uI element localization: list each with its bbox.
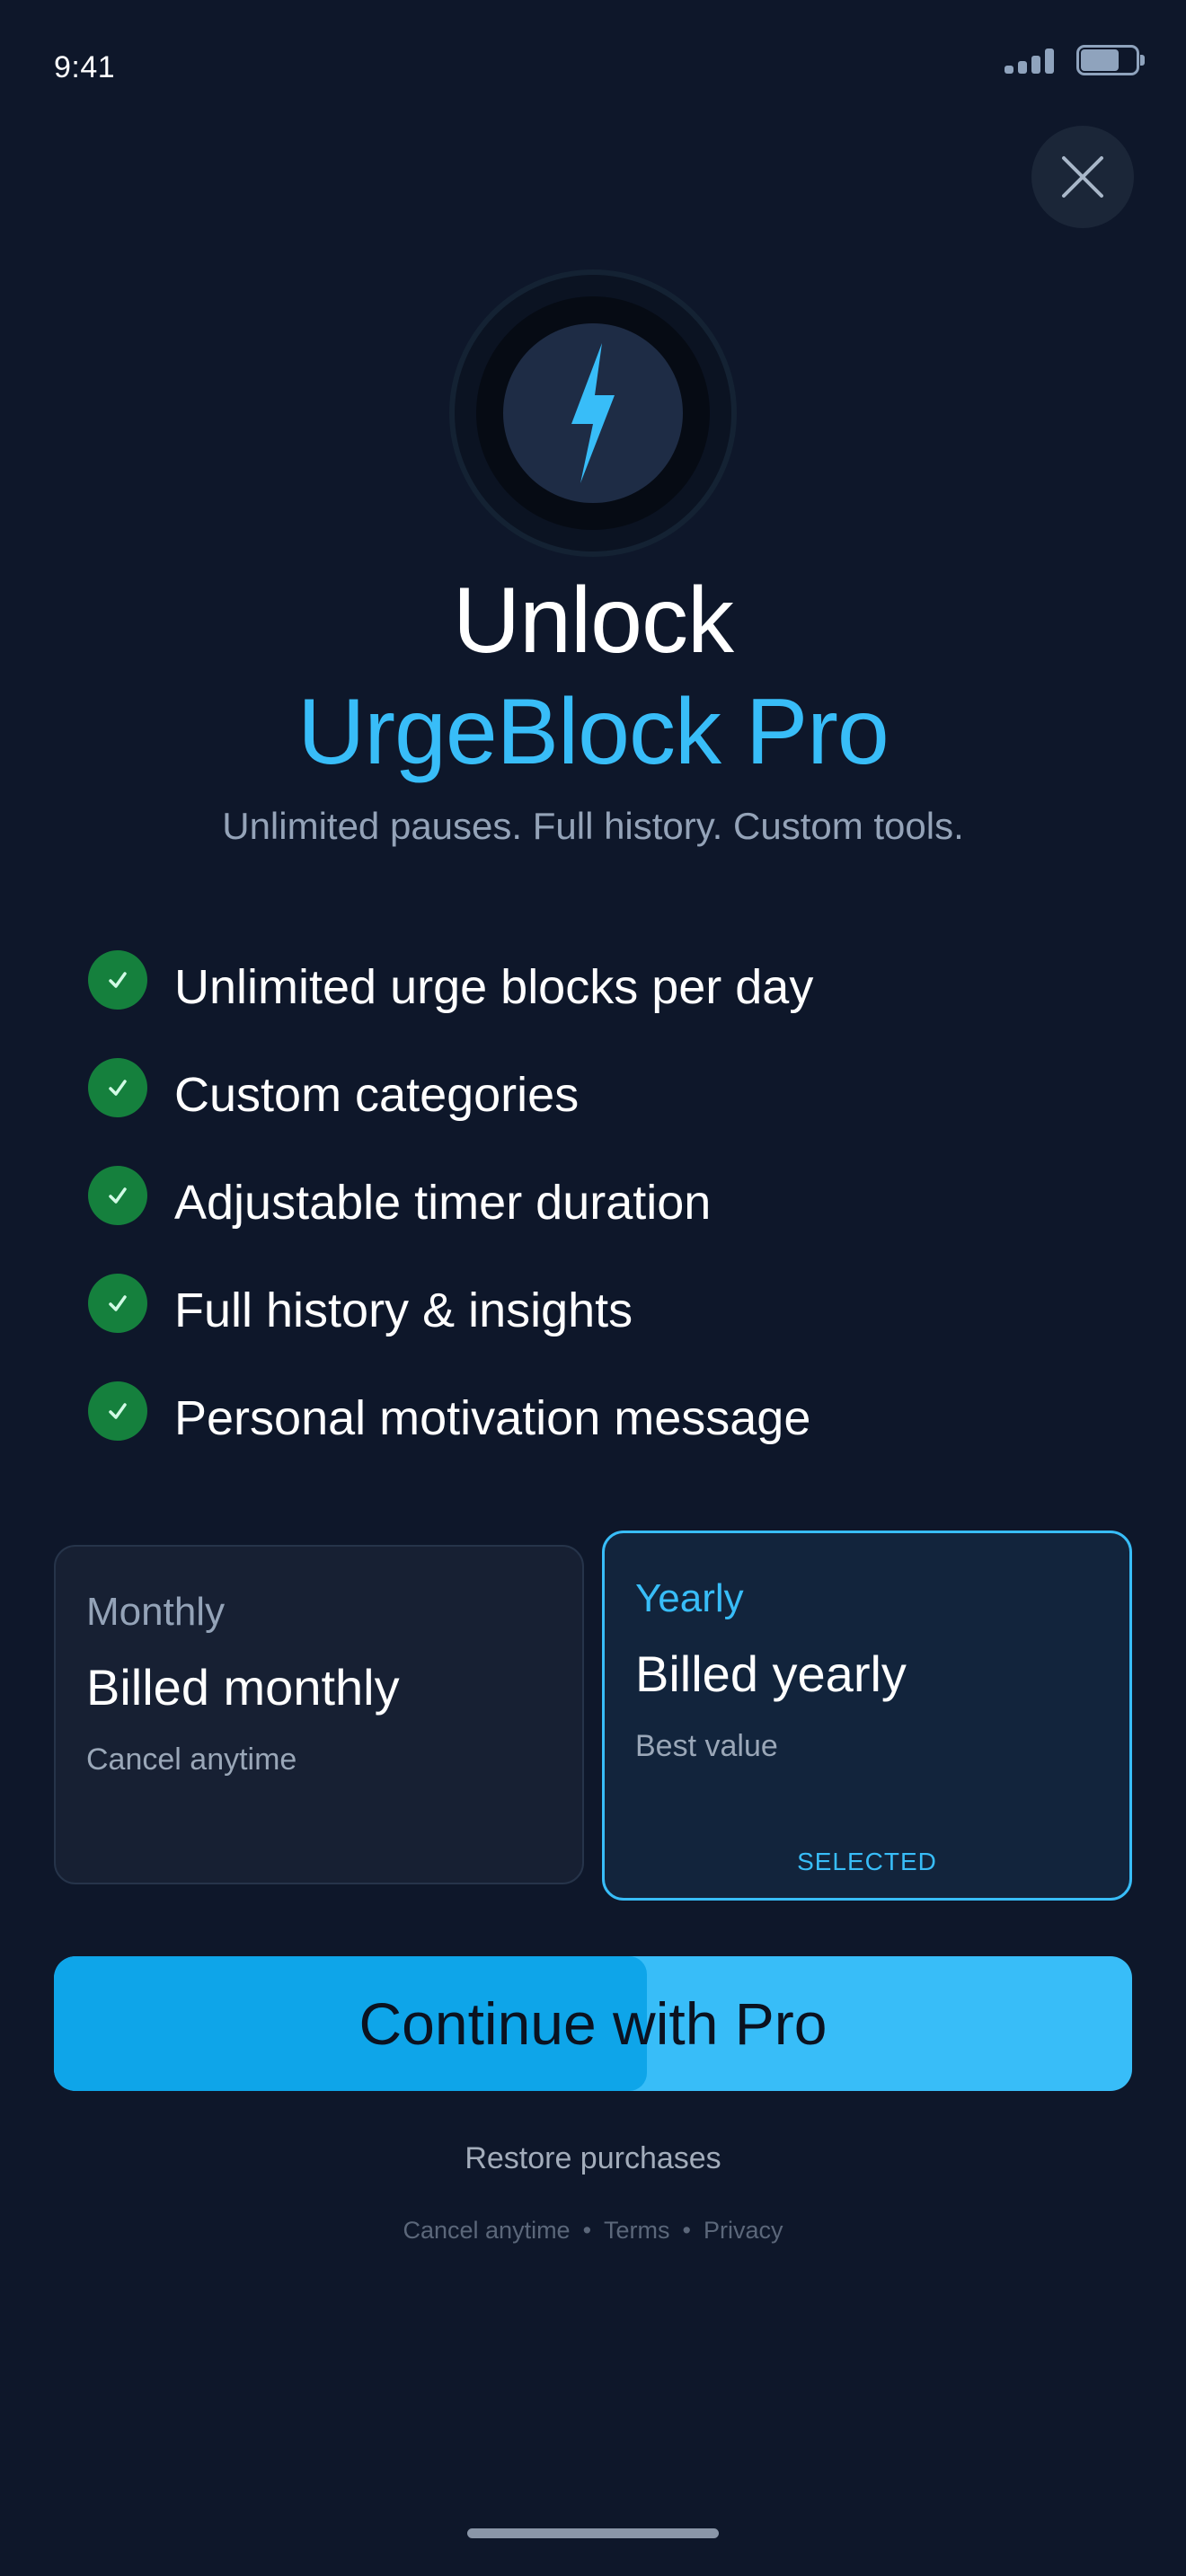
separator: • — [582, 2217, 592, 2244]
feature-item: Unlimited urge blocks per day — [88, 950, 1112, 1058]
feature-list: Unlimited urge blocks per day Custom cat… — [88, 950, 1112, 1489]
separator: • — [682, 2217, 691, 2244]
battery-icon — [1076, 45, 1145, 75]
close-icon — [1062, 156, 1103, 198]
checkmark-icon — [88, 950, 147, 1010]
home-indicator[interactable] — [467, 2528, 719, 2538]
feature-label: Custom categories — [174, 1068, 580, 1122]
plan-card-monthly[interactable]: Monthly Billed monthly Cancel anytime — [54, 1545, 584, 1884]
plan-billing: Billed yearly — [635, 1645, 907, 1702]
product-name: UrgeBlock Pro — [297, 680, 889, 784]
legal-links: Cancel anytime • Terms • Privacy — [0, 2217, 1186, 2245]
checkmark-icon — [88, 1166, 147, 1225]
checkmark-icon — [88, 1058, 147, 1117]
feature-label: Personal motivation message — [174, 1391, 811, 1445]
continue-button[interactable]: Continue with Pro — [54, 1956, 1132, 2091]
continue-button-label: Continue with Pro — [358, 1990, 828, 2057]
feature-item: Adjustable timer duration — [88, 1166, 1112, 1274]
cellular-signal-icon — [1005, 47, 1058, 74]
cancel-anytime-text: Cancel anytime — [403, 2217, 571, 2244]
restore-purchases-link[interactable]: Restore purchases — [0, 2141, 1186, 2176]
plan-billing: Billed monthly — [86, 1659, 400, 1716]
feature-label: Adjustable timer duration — [174, 1176, 712, 1230]
feature-label: Full history & insights — [174, 1284, 633, 1337]
paywall-screen: 9:41 Unlock UrgeBlock Pro Unlimited paus… — [0, 0, 1186, 2576]
plan-name: Monthly — [86, 1590, 226, 1634]
close-button[interactable] — [1031, 126, 1134, 228]
page-title: Unlock — [453, 569, 734, 673]
feature-item: Custom categories — [88, 1058, 1112, 1166]
privacy-link[interactable]: Privacy — [704, 2217, 783, 2245]
feature-label: Unlimited urge blocks per day — [174, 960, 814, 1014]
plan-note: Best value — [635, 1729, 778, 1763]
feature-item: Full history & insights — [88, 1274, 1112, 1381]
terms-link[interactable]: Terms — [604, 2217, 670, 2245]
lightning-bolt-icon — [571, 343, 615, 483]
page-subtitle: Unlimited pauses. Full history. Custom t… — [222, 805, 964, 847]
feature-item: Personal motivation message — [88, 1381, 1112, 1489]
checkmark-icon — [88, 1274, 147, 1333]
plan-card-yearly[interactable]: Yearly Billed yearly Best value SELECTED — [602, 1531, 1132, 1901]
plan-note: Cancel anytime — [86, 1742, 297, 1777]
selected-badge: SELECTED — [797, 1848, 937, 1875]
checkmark-icon — [88, 1381, 147, 1441]
plan-name: Yearly — [635, 1576, 744, 1620]
status-time: 9:41 — [54, 50, 116, 84]
hero-badge — [503, 323, 683, 503]
